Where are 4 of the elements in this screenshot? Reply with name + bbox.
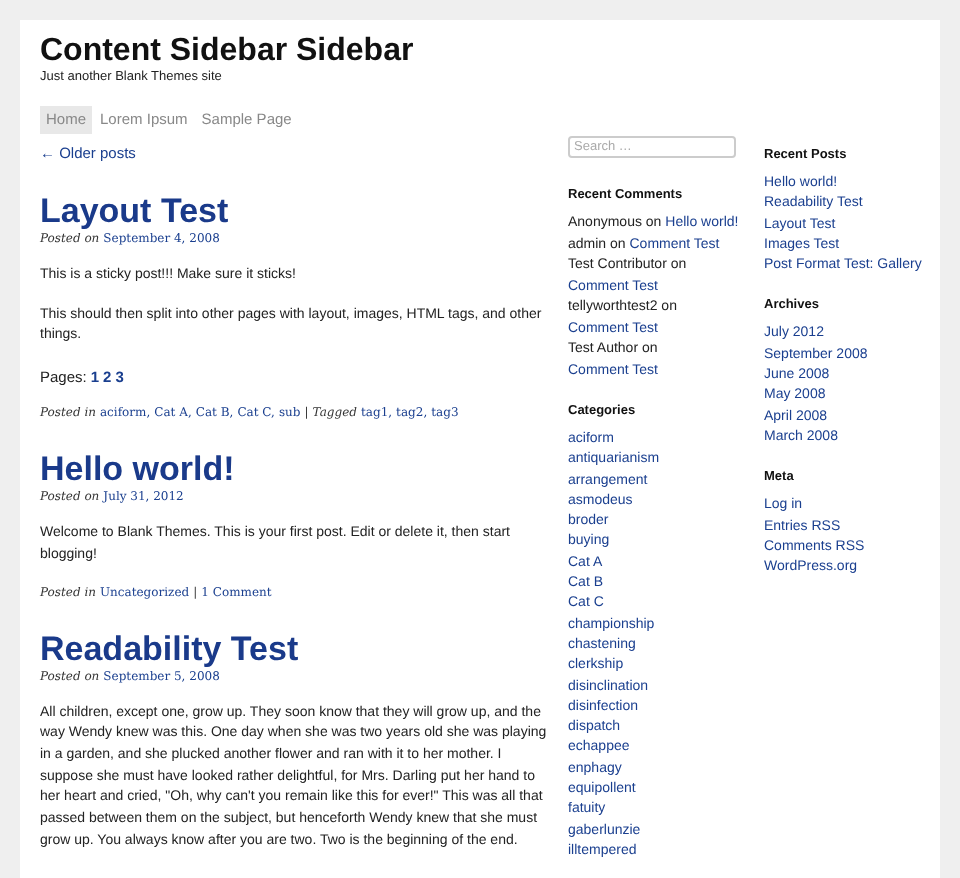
post-title[interactable]: Hello world!	[40, 450, 548, 491]
post-title[interactable]: Layout Test	[40, 192, 548, 232]
post-title[interactable]: Readability Test	[40, 629, 548, 670]
site-title: Content Sidebar Sidebar	[40, 34, 416, 70]
